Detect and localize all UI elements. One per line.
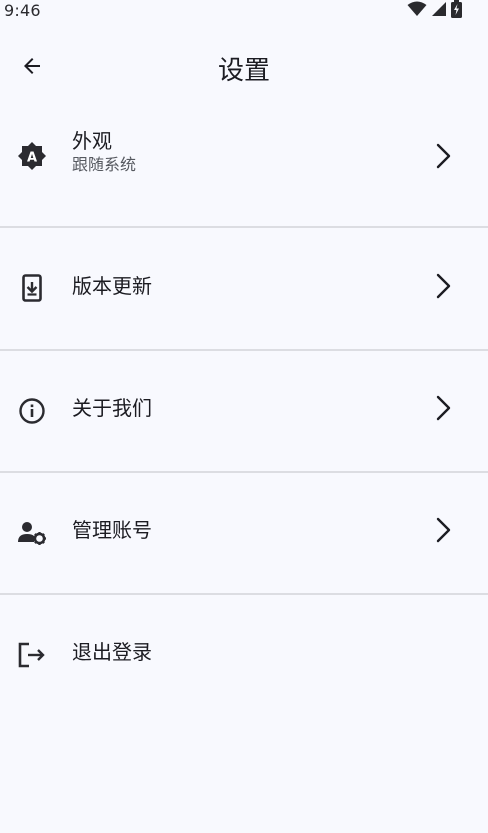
- status-time: 9:46: [4, 1, 41, 20]
- appearance-text: 外观 跟随系统: [72, 128, 136, 176]
- chevron-right-icon: [434, 142, 454, 170]
- appearance-label: 外观: [72, 129, 112, 153]
- appearance-icon: A: [16, 140, 48, 172]
- settings-screen: 9:46 设置 A 外观 跟随系统 版本更新 关于我们 管理账号 退出登录: [0, 0, 488, 833]
- settings-item-about[interactable]: 关于我们: [0, 351, 488, 472]
- chevron-right-icon: [434, 516, 454, 544]
- app-bar: 设置: [0, 40, 488, 96]
- chevron-right-icon: [434, 272, 454, 300]
- manage-account-text: 管理账号: [72, 517, 152, 543]
- page-title: 设置: [217, 56, 270, 86]
- logout-text: 退出登录: [72, 639, 152, 665]
- appearance-sublabel: 跟随系统: [72, 155, 137, 174]
- manage-account-label: 管理账号: [72, 518, 152, 542]
- settings-item-manage-account[interactable]: 管理账号: [0, 473, 488, 594]
- chevron-right-icon: [434, 394, 454, 422]
- settings-item-version-update[interactable]: 版本更新: [0, 228, 488, 349]
- settings-list: A 外观 跟随系统 版本更新 关于我们 管理账号 退出登录: [0, 96, 488, 668]
- download-icon: [16, 272, 48, 304]
- manage-account-icon: [16, 517, 48, 549]
- settings-item-logout[interactable]: 退出登录: [0, 595, 488, 716]
- info-icon: [16, 395, 48, 427]
- about-label: 关于我们: [72, 396, 152, 420]
- status-bar: 9:46: [0, 0, 488, 24]
- signal-icon: [431, 1, 447, 21]
- battery-charging-icon: [451, 0, 462, 22]
- logout-icon: [16, 639, 48, 671]
- version-update-text: 版本更新: [72, 273, 152, 299]
- settings-item-appearance[interactable]: A 外观 跟随系统: [0, 96, 488, 226]
- about-text: 关于我们: [72, 395, 152, 421]
- svg-text:A: A: [27, 151, 37, 166]
- wifi-icon: [407, 1, 427, 21]
- status-icons: [407, 0, 462, 22]
- logout-label: 退出登录: [72, 640, 152, 664]
- version-update-label: 版本更新: [72, 274, 152, 298]
